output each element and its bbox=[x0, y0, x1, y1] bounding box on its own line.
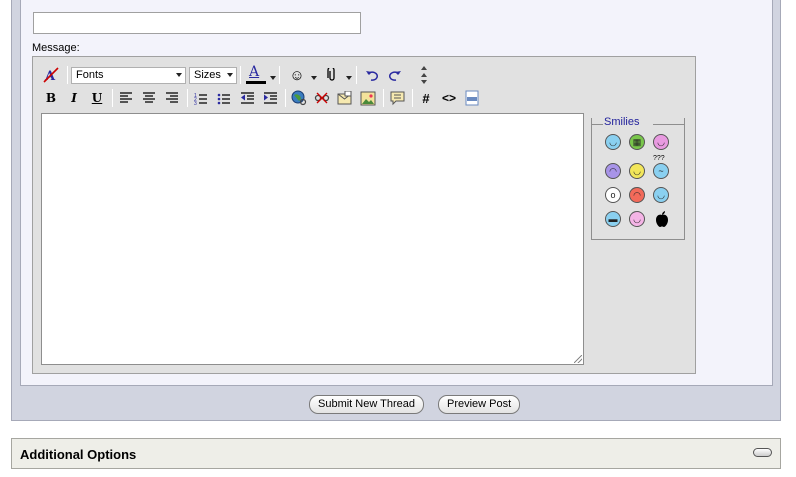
unlink-icon[interactable] bbox=[312, 88, 332, 108]
wink-icon[interactable]: ◡ bbox=[629, 211, 645, 227]
preview-post-button[interactable]: Preview Post bbox=[438, 395, 521, 414]
smile-icon[interactable]: ◡ bbox=[605, 134, 621, 150]
php-icon[interactable] bbox=[462, 88, 482, 108]
additional-options-title: Additional Options bbox=[20, 447, 137, 462]
size-select-label: Sizes bbox=[194, 69, 221, 81]
title-input[interactable] bbox=[33, 12, 361, 34]
cool-icon[interactable]: ▬ bbox=[605, 211, 621, 227]
bold-button[interactable]: B bbox=[41, 88, 61, 108]
chevron-down-icon[interactable] bbox=[270, 76, 276, 80]
chevron-down-icon[interactable] bbox=[311, 76, 317, 80]
toolbar-separator bbox=[279, 66, 280, 84]
message-textarea[interactable] bbox=[41, 113, 584, 365]
size-select[interactable]: Sizes bbox=[189, 67, 237, 84]
message-label: Message: bbox=[32, 42, 80, 54]
color-bar bbox=[246, 81, 266, 84]
font-select[interactable]: Fonts bbox=[71, 67, 186, 84]
smilies-title: Smilies bbox=[604, 116, 640, 128]
smiley-icon[interactable]: ☺ bbox=[287, 65, 307, 85]
toolbar-separator bbox=[67, 66, 68, 84]
rolleyes-icon[interactable]: ◡ bbox=[653, 187, 669, 203]
chevron-down-icon bbox=[227, 73, 233, 77]
outdent-icon[interactable] bbox=[237, 88, 257, 108]
toolbar-separator bbox=[383, 89, 384, 107]
font-select-label: Fonts bbox=[76, 69, 104, 81]
mad-icon[interactable]: ◠ bbox=[629, 187, 645, 203]
align-center-icon[interactable] bbox=[139, 88, 159, 108]
collapse-icon[interactable] bbox=[753, 448, 772, 457]
text-color-icon: A bbox=[249, 64, 260, 80]
text-color-button[interactable]: A bbox=[245, 64, 266, 84]
chevron-down-icon[interactable] bbox=[346, 76, 352, 80]
paperclip-icon[interactable] bbox=[322, 65, 342, 85]
additional-options-panel: Additional Options bbox=[11, 438, 781, 469]
italic-button[interactable]: I bbox=[64, 88, 84, 108]
link-icon[interactable] bbox=[289, 88, 309, 108]
unordered-list-icon[interactable] bbox=[214, 88, 234, 108]
tongue-icon[interactable]: ◡ bbox=[653, 134, 669, 150]
toolbar-separator bbox=[285, 89, 286, 107]
undo-icon[interactable] bbox=[362, 65, 382, 85]
wysiwyg-editor: A Fonts Sizes A ☺ B I U bbox=[32, 56, 696, 374]
underline-button[interactable]: U bbox=[87, 88, 107, 108]
toolbar-separator bbox=[240, 66, 241, 84]
confused-label: ??? bbox=[653, 155, 665, 162]
eek-icon[interactable]: o bbox=[605, 187, 621, 203]
happy-icon[interactable]: ◡ bbox=[629, 163, 645, 179]
redo-icon[interactable] bbox=[385, 65, 405, 85]
toolbar-separator bbox=[187, 89, 188, 107]
quote-icon[interactable] bbox=[387, 88, 407, 108]
apple-icon[interactable] bbox=[655, 211, 669, 227]
image-icon[interactable] bbox=[358, 88, 378, 108]
confused-icon[interactable]: ~ bbox=[653, 163, 669, 179]
indent-icon[interactable] bbox=[260, 88, 280, 108]
chevron-down-icon bbox=[176, 73, 182, 77]
svg-text:3: 3 bbox=[194, 101, 197, 105]
code-button[interactable]: # bbox=[416, 88, 436, 108]
align-left-icon[interactable] bbox=[116, 88, 136, 108]
toolbar-separator bbox=[356, 66, 357, 84]
email-icon[interactable] bbox=[335, 88, 355, 108]
frown-icon[interactable]: ◠ bbox=[605, 163, 621, 179]
toolbar-separator bbox=[412, 89, 413, 107]
resize-icon[interactable] bbox=[414, 65, 434, 85]
grin-icon[interactable]: ▦ bbox=[629, 134, 645, 150]
submit-new-thread-button[interactable]: Submit New Thread bbox=[309, 395, 425, 414]
remove-format-icon[interactable]: A bbox=[41, 65, 61, 85]
align-right-icon[interactable] bbox=[162, 88, 182, 108]
toolbar-separator bbox=[112, 89, 113, 107]
ordered-list-icon[interactable]: 123 bbox=[191, 88, 211, 108]
html-button[interactable]: <> bbox=[439, 88, 459, 108]
